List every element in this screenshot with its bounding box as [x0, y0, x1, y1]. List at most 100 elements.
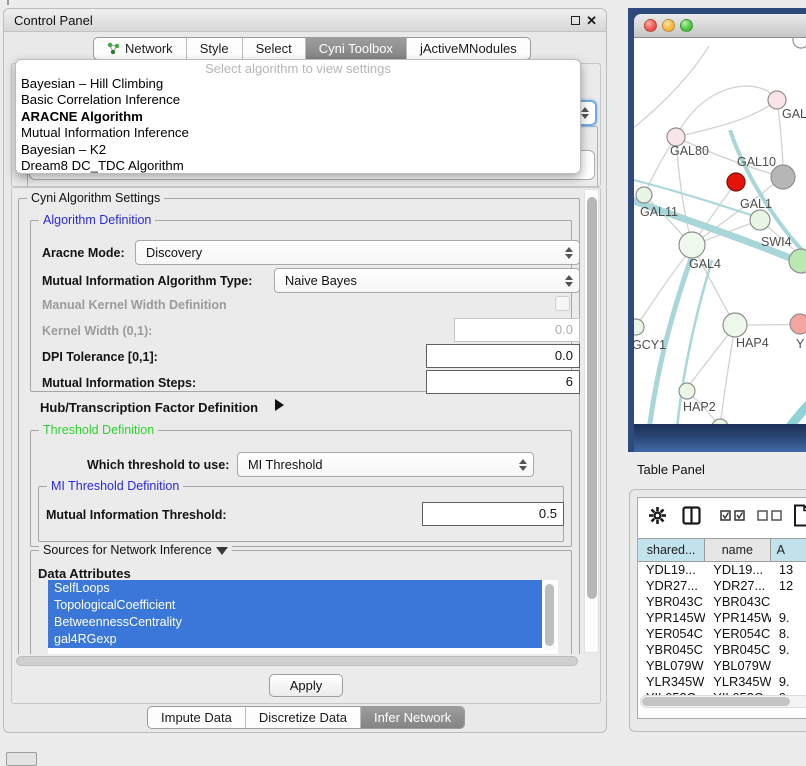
- control-panel-title: Control Panel: [14, 9, 93, 32]
- table-row[interactable]: YER054CYER054C8.: [638, 626, 806, 642]
- attribute-item-selected[interactable]: SelfLoops: [48, 580, 542, 597]
- table-cell: YBR043C: [705, 594, 771, 610]
- settings-vertical-scrollbar[interactable]: [584, 189, 599, 653]
- combobox-value: Naive Bayes: [285, 273, 357, 288]
- column-header-clipped[interactable]: A: [771, 539, 806, 561]
- network-node[interactable]: [727, 173, 745, 191]
- dropdown-item[interactable]: Basic Correlation Inference: [16, 92, 580, 108]
- data-attributes-list: SelfLoops TopologicalCoefficient Between…: [48, 580, 558, 654]
- tab-network[interactable]: Network: [94, 38, 186, 59]
- table-cell: 8.: [771, 626, 806, 642]
- node-label: GAL: [782, 107, 806, 121]
- aracne-mode-combobox[interactable]: Discovery: [135, 240, 580, 265]
- mi-algorithm-type-combobox[interactable]: Naive Bayes: [274, 268, 580, 293]
- tab-select[interactable]: Select: [242, 38, 305, 59]
- settings-horizontal-scrollbar[interactable]: [13, 654, 584, 668]
- settings-viewport: Cyni Algorithm Settings Algorithm Defini…: [12, 188, 584, 654]
- network-node-y[interactable]: [790, 314, 806, 334]
- network-node-hap2[interactable]: [679, 383, 695, 399]
- which-threshold-combobox[interactable]: MI Threshold: [237, 452, 534, 477]
- tab-infer-network[interactable]: Infer Network: [360, 707, 464, 728]
- dropdown-item[interactable]: Bayesian – Hill Climbing: [16, 76, 580, 92]
- column-header-name[interactable]: name: [705, 539, 770, 561]
- hub-section-label[interactable]: Hub/Transcription Factor Definition: [40, 400, 258, 415]
- new-document-icon[interactable]: [793, 504, 806, 527]
- data-attributes-label: Data Attributes: [38, 566, 131, 581]
- dropdown-item-selected[interactable]: ARACNE Algorithm: [16, 109, 580, 125]
- clear-selection-checkboxes-icon[interactable]: [757, 510, 783, 521]
- table-cell: YBL079W: [705, 658, 771, 674]
- mi-steps-input[interactable]: 6: [426, 370, 580, 394]
- apply-button[interactable]: Apply: [269, 674, 343, 697]
- table-row[interactable]: YBL079WYBL079W: [638, 658, 806, 674]
- tab-label: Network: [125, 38, 173, 59]
- column-header-shared-name[interactable]: shared...: [638, 539, 705, 561]
- network-node-hap4[interactable]: [723, 313, 747, 337]
- clipped-button-fragment: [6, 752, 37, 766]
- mi-algorithm-type-label: Mutual Information Algorithm Type:: [42, 274, 252, 288]
- group-title: Algorithm Definition: [39, 213, 155, 227]
- close-traffic-light[interactable]: [644, 19, 657, 32]
- table-cell: YBR045C: [705, 642, 771, 658]
- tab-discretize-data[interactable]: Discretize Data: [245, 707, 360, 728]
- scrollbar-thumb[interactable]: [642, 697, 790, 706]
- attribute-item-selected[interactable]: BetweennessCentrality: [48, 614, 542, 631]
- mi-threshold-label: Mutual Information Threshold:: [46, 508, 227, 522]
- network-window-frame-bottom: [634, 424, 806, 452]
- tab-jactivemnodules[interactable]: jActiveMNodules: [406, 38, 530, 59]
- network-node-gal11[interactable]: [636, 187, 652, 203]
- table-row[interactable]: YDL19...YDL19...13: [638, 562, 806, 578]
- tab-impute-data[interactable]: Impute Data: [148, 707, 245, 728]
- expanded-arrow-icon[interactable]: [216, 547, 228, 555]
- scrollbar-thumb[interactable]: [587, 197, 597, 599]
- control-panel-tabs: Network Style Select Cyni Toolbox jActiv…: [93, 37, 531, 60]
- table-cell: YDL19...: [638, 562, 705, 578]
- tab-style[interactable]: Style: [186, 38, 242, 59]
- network-node-swi4[interactable]: [789, 249, 806, 273]
- stepper-arrows-icon: [565, 247, 573, 259]
- group-title: Cyni Algorithm Settings: [27, 191, 164, 205]
- attribute-item-selected[interactable]: gal4RGexp: [48, 631, 542, 648]
- network-canvas[interactable]: GALGAL80GAL10GAL11GAL1GAL4SWI4GCY1HAP4YH…: [634, 38, 806, 424]
- table-row[interactable]: YPR145WYPR145W9.: [638, 610, 806, 626]
- network-node-gal1[interactable]: [750, 210, 770, 230]
- select-all-checkboxes-icon[interactable]: [720, 510, 746, 521]
- mi-threshold-input[interactable]: 0.5: [422, 502, 564, 526]
- collapsed-arrow-icon[interactable]: [275, 399, 284, 411]
- dropdown-item[interactable]: Bayesian – K2: [16, 142, 580, 158]
- network-node-gal4[interactable]: [679, 232, 705, 258]
- table-panel-title: Table Panel: [637, 462, 705, 477]
- table-cell: YLR345W: [638, 674, 705, 690]
- table-cell: YDL19...: [705, 562, 771, 578]
- minimize-traffic-light[interactable]: [662, 19, 675, 32]
- zoom-traffic-light[interactable]: [680, 19, 693, 32]
- table-rows-container: YDL19...YDL19...13YDR27...YDR27...12YBR0…: [638, 562, 806, 706]
- table-row[interactable]: YBR043CYBR043C: [638, 594, 806, 610]
- dropdown-item[interactable]: Dream8 DC_TDC Algorithm: [16, 158, 580, 174]
- tab-label: jActiveMNodules: [420, 38, 517, 59]
- table-row[interactable]: YDR27...YDR27...12: [638, 578, 806, 594]
- node-label: GAL11: [640, 205, 678, 219]
- combobox-value: MI Threshold: [248, 457, 322, 472]
- close-icon[interactable]: ✕: [586, 12, 597, 29]
- table-horizontal-scrollbar[interactable]: [640, 695, 806, 708]
- dpi-tolerance-input[interactable]: 0.0: [426, 344, 580, 368]
- table-cell: 13: [771, 562, 806, 578]
- table-row[interactable]: YLR345WYLR345W9.: [638, 674, 806, 690]
- float-window-icon[interactable]: [571, 16, 580, 25]
- attribute-item-selected[interactable]: TopologicalCoefficient: [48, 597, 542, 614]
- dropdown-item[interactable]: Mutual Information Inference: [16, 125, 580, 141]
- list-scrollbar-thumb[interactable]: [545, 584, 554, 646]
- stepper-arrows-icon: [581, 107, 589, 119]
- split-panel-icon[interactable]: [682, 506, 701, 525]
- scrollbar-thumb[interactable]: [16, 656, 578, 666]
- list-scrollbar[interactable]: [544, 582, 555, 650]
- table-row[interactable]: YBR045CYBR045C9.: [638, 642, 806, 658]
- tab-cyni-toolbox[interactable]: Cyni Toolbox: [305, 38, 406, 59]
- settings-gear-icon[interactable]: [648, 506, 667, 525]
- network-node-gcy1[interactable]: [634, 319, 644, 335]
- network-node[interactable]: [793, 38, 806, 48]
- network-view-window: GALGAL80GAL10GAL11GAL1GAL4SWI4GCY1HAP4YH…: [628, 8, 806, 452]
- clipped-ui-fragment: [7, 0, 9, 5]
- kernel-width-label: Kernel Width (0,1):: [42, 324, 152, 338]
